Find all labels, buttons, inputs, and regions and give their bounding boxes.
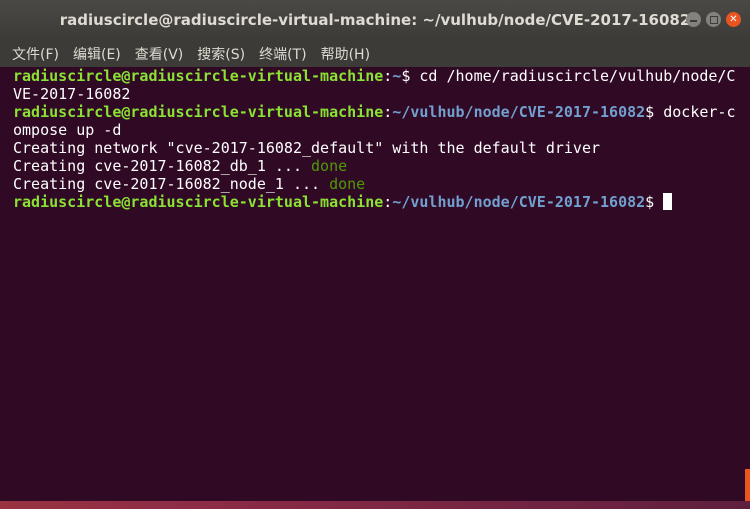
minimize-icon — [690, 20, 697, 22]
prompt-user: radiuscircle@radiuscircle-virtual-machin… — [13, 193, 384, 211]
command-text — [654, 193, 663, 211]
prompt-user: radiuscircle@radiuscircle-virtual-machin… — [13, 67, 384, 85]
status-done: done — [329, 175, 366, 193]
prompt-colon: : — [383, 67, 393, 85]
status-done: done — [311, 157, 348, 175]
menu-search[interactable]: 搜索(S) — [197, 44, 245, 64]
terminal-line: radiuscircle@radiuscircle-virtual-machin… — [13, 67, 750, 85]
terminal-output[interactable]: radiuscircle@radiuscircle-virtual-machin… — [0, 67, 750, 501]
maximize-icon — [709, 15, 718, 24]
prompt-colon: : — [383, 193, 393, 211]
terminal-line: radiuscircle@radiuscircle-virtual-machin… — [13, 193, 750, 211]
desktop-wallpaper — [0, 501, 750, 509]
prompt-colon: : — [383, 103, 393, 121]
terminal-line: radiuscircle@radiuscircle-virtual-machin… — [13, 103, 750, 121]
scrollbar-thumb[interactable] — [745, 469, 750, 501]
prompt-dollar: $ — [645, 103, 655, 121]
prompt-path: ~/vulhub/node/CVE-2017-16082 — [392, 193, 646, 211]
menu-file[interactable]: 文件(F) — [12, 44, 59, 64]
prompt-path: ~/vulhub/node/CVE-2017-16082 — [392, 103, 646, 121]
command-text: cd /home/radiuscircle/vulhub/node/C — [410, 67, 736, 85]
window-title: radiuscircle@radiuscircle-virtual-machin… — [59, 11, 691, 29]
terminal-line: VE-2017-16082 — [13, 85, 131, 103]
menu-bar: 文件(F) 编辑(E) 查看(V) 搜索(S) 终端(T) 帮助(H) — [0, 40, 750, 67]
output-text: Creating cve-2017-16082_db_1 ... — [13, 157, 312, 175]
prompt-path: ~ — [392, 67, 402, 85]
terminal-line: Creating cve-2017-16082_node_1 ... done — [13, 175, 750, 193]
minimize-button[interactable] — [686, 12, 701, 27]
terminal-line: ompose up -d — [13, 121, 122, 139]
text-cursor — [663, 193, 673, 210]
terminal-window: radiuscircle@radiuscircle-virtual-machin… — [0, 0, 750, 501]
prompt-dollar: $ — [645, 193, 655, 211]
close-button[interactable]: ✕ — [726, 12, 741, 27]
menu-edit[interactable]: 编辑(E) — [73, 44, 121, 64]
prompt-dollar: $ — [401, 67, 411, 85]
terminal-line: Creating cve-2017-16082_db_1 ... done — [13, 157, 750, 175]
terminal-line: Creating network "cve-2017-16082_default… — [13, 139, 600, 157]
close-icon: ✕ — [729, 13, 738, 25]
prompt-user: radiuscircle@radiuscircle-virtual-machin… — [13, 103, 384, 121]
output-text: Creating cve-2017-16082_node_1 ... — [13, 175, 330, 193]
command-text: docker-c — [654, 103, 736, 121]
menu-terminal[interactable]: 终端(T) — [259, 44, 306, 64]
menu-help[interactable]: 帮助(H) — [321, 44, 370, 64]
maximize-button[interactable] — [706, 12, 721, 27]
menu-view[interactable]: 查看(V) — [135, 44, 184, 64]
title-bar[interactable]: radiuscircle@radiuscircle-virtual-machin… — [0, 0, 750, 40]
